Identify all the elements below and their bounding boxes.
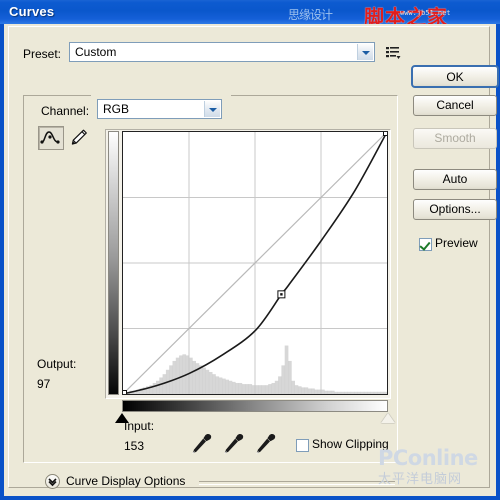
set-gray-point-eyedropper[interactable] <box>221 432 245 458</box>
curve-control-point[interactable] <box>123 390 127 395</box>
output-gradient-bar <box>108 131 119 395</box>
cancel-button[interactable]: Cancel <box>413 95 497 116</box>
preview-checkbox[interactable] <box>419 238 432 251</box>
curve-graph[interactable] <box>123 132 387 394</box>
watermark-cn-text: 思缘设计 <box>288 8 333 22</box>
chevron-down-icon[interactable] <box>204 101 220 117</box>
show-clipping-label[interactable]: Show Clipping <box>312 437 389 451</box>
smooth-button: Smooth <box>413 128 497 149</box>
preset-dropdown[interactable]: Custom <box>69 42 375 62</box>
pencil-tool-icon <box>71 129 87 145</box>
curve-display-options-rule <box>199 481 395 485</box>
preset-value: Custom <box>75 45 117 59</box>
preset-menu-icon <box>386 47 401 59</box>
show-clipping-checkbox[interactable] <box>296 439 309 452</box>
groupbox-label-gap <box>91 94 231 98</box>
dialog-inner-panel: Preset: Custom Channel: RGB Output: 97 I… <box>8 26 499 489</box>
channel-label: Channel: <box>41 104 90 118</box>
preview-label[interactable]: Preview <box>435 236 478 250</box>
preset-label: Preset: <box>23 47 62 61</box>
input-gradient-bar <box>122 400 388 412</box>
curve-tool-button[interactable] <box>38 126 64 150</box>
chevron-down-icon <box>48 478 57 487</box>
watermark-url-text: www.jb51.net <box>400 9 451 17</box>
eyedropper-icon <box>256 433 276 454</box>
window-title: Curves <box>9 4 55 19</box>
curve-control-point[interactable] <box>383 132 388 136</box>
auto-button[interactable]: Auto <box>413 169 497 190</box>
eyedropper-icon <box>192 433 212 454</box>
options-button[interactable]: Options... <box>413 199 497 220</box>
curve-control-point[interactable] <box>277 290 286 299</box>
curve-display-options-label[interactable]: Curve Display Options <box>66 474 185 488</box>
preset-menu-button[interactable] <box>383 42 403 62</box>
curve-display-options-expander[interactable] <box>45 474 60 489</box>
ok-button[interactable]: OK <box>411 65 499 88</box>
title-bar[interactable]: Curves 思缘设计 脚本之家 www.jb51.net <box>0 0 500 24</box>
output-value: 97 <box>37 377 51 391</box>
eyedropper-icon <box>224 433 244 454</box>
input-label: Input: <box>124 419 155 433</box>
chevron-down-icon[interactable] <box>357 44 373 60</box>
set-black-point-eyedropper[interactable] <box>189 432 213 458</box>
output-label: Output: <box>37 357 77 371</box>
curve-plot-area[interactable] <box>122 131 388 395</box>
white-point-slider[interactable] <box>381 413 395 423</box>
watermark-red-text: 脚本之家 <box>364 5 448 24</box>
curve-tool-icon <box>40 131 60 144</box>
pencil-tool-button[interactable] <box>67 126 93 150</box>
dialog-client-area: Preset: Custom Channel: RGB Output: 97 I… <box>4 24 499 496</box>
channel-value: RGB <box>103 102 130 116</box>
channel-dropdown[interactable]: RGB <box>97 99 222 119</box>
input-value: 153 <box>124 439 145 453</box>
curves-dialog: Curves 思缘设计 脚本之家 www.jb51.net Preset: Cu… <box>0 0 500 500</box>
set-white-point-eyedropper[interactable] <box>253 432 277 458</box>
